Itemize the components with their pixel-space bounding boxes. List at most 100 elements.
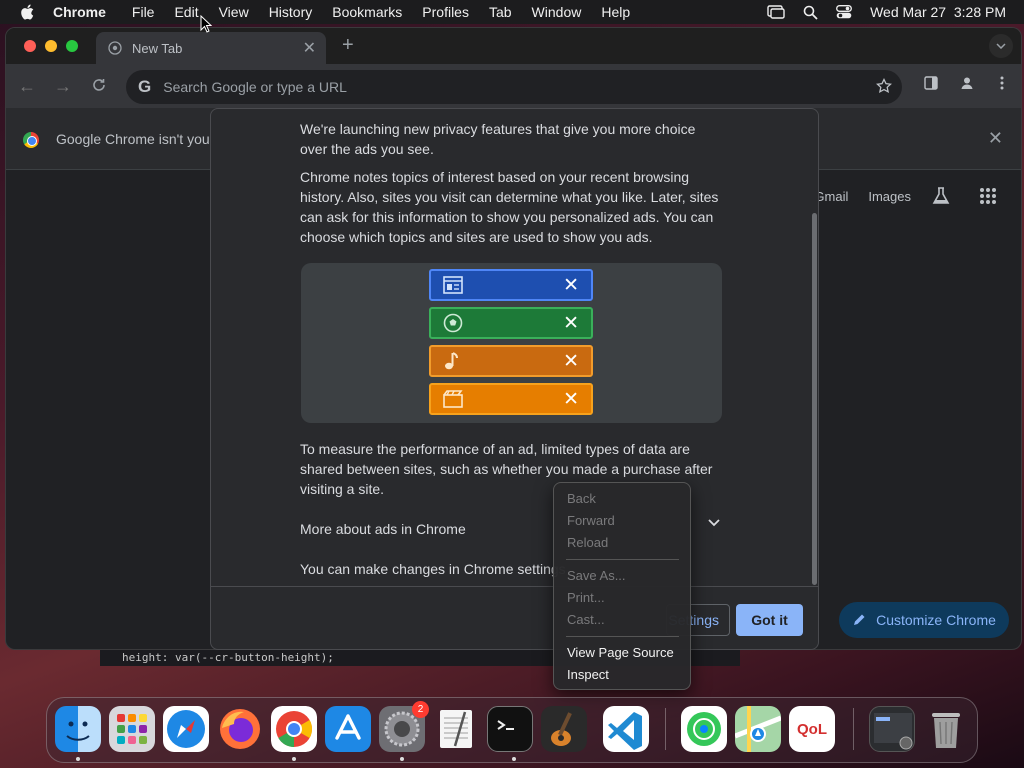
menu-item-view-page-source[interactable]: View Page Source [567, 644, 674, 662]
menu-view[interactable]: View [209, 0, 259, 24]
screen-mirroring-icon[interactable] [767, 5, 785, 19]
back-button[interactable]: ← [18, 76, 36, 97]
gmail-link[interactable]: Gmail [814, 189, 848, 204]
browser-toolbar: ← → G Search Google or type a URL [6, 64, 1021, 108]
menu-item-inspect[interactable]: Inspect [567, 666, 609, 684]
remove-topic-icon: ✕ [563, 312, 579, 334]
tab-new-tab[interactable]: New Tab ✕ [96, 32, 326, 64]
topic-row-movies: ✕ [429, 383, 593, 415]
find-my-icon[interactable] [681, 706, 727, 752]
new-tab-button[interactable]: + [342, 34, 354, 57]
menu-bookmarks[interactable]: Bookmarks [322, 0, 412, 24]
dock-separator [853, 708, 854, 750]
pencil-icon [854, 614, 865, 625]
remove-topic-icon: ✕ [563, 350, 579, 372]
apple-menu-icon[interactable] [17, 4, 37, 20]
menu-item-back[interactable]: Back [567, 490, 596, 508]
dialog-topics-text: Chrome notes topics of interest based on… [300, 169, 719, 245]
maps-icon[interactable] [735, 706, 781, 752]
remove-topic-icon: ✕ [563, 388, 579, 410]
chrome-icon[interactable] [271, 706, 317, 752]
forward-button[interactable]: → [54, 76, 72, 97]
clapperboard-icon [443, 390, 463, 408]
dialog-scrollbar-thumb[interactable] [812, 213, 817, 585]
launchpad-icon[interactable] [109, 706, 155, 752]
safari-icon[interactable] [163, 706, 209, 752]
firefox-icon[interactable] [217, 706, 263, 752]
images-link[interactable]: Images [868, 189, 911, 204]
labs-flask-icon[interactable] [931, 186, 951, 206]
bookmark-star-icon[interactable] [876, 78, 892, 94]
control-center-icon[interactable] [836, 5, 853, 19]
music-note-icon [445, 352, 458, 370]
customize-chrome-button[interactable]: Customize Chrome [839, 602, 1009, 638]
omnibox-placeholder: Search Google or type a URL [163, 79, 347, 95]
got-it-button[interactable]: Got it [736, 604, 803, 636]
macos-menu-bar: Chrome File Edit View History Bookmarks … [0, 0, 1024, 24]
menu-app-chrome[interactable]: Chrome [53, 0, 116, 24]
ad-privacy-dialog: We're launching new privacy features tha… [210, 108, 819, 650]
apps-grid-icon[interactable] [979, 187, 997, 205]
menu-history[interactable]: History [259, 0, 323, 24]
running-indicator [400, 757, 404, 761]
qol-app-icon[interactable]: QoL [789, 706, 835, 752]
topic-row-sports: ✕ [429, 307, 593, 339]
running-indicator [512, 757, 516, 761]
menu-profiles[interactable]: Profiles [412, 0, 479, 24]
customize-chrome-label: Customize Chrome [876, 612, 996, 628]
mouse-cursor-icon [200, 15, 212, 33]
menu-help[interactable]: Help [591, 0, 640, 24]
textedit-icon[interactable] [433, 706, 479, 752]
context-menu: Back Forward Reload Save As... Print... … [553, 482, 691, 690]
close-window-button[interactable] [24, 40, 36, 52]
menu-separator [566, 636, 679, 637]
zoom-window-button[interactable] [66, 40, 78, 52]
kebab-menu-icon[interactable] [1000, 76, 1004, 90]
tab-strip: New Tab ✕ + [6, 28, 1021, 64]
menu-item-print[interactable]: Print... [567, 589, 605, 607]
tab-search-button[interactable] [989, 34, 1013, 58]
chevron-down-icon [708, 519, 720, 527]
ad-topics-illustration: ✕ ✕ ✕ ✕ [301, 263, 722, 423]
spotlight-search-icon[interactable] [803, 5, 818, 20]
menu-file[interactable]: File [122, 0, 165, 24]
notification-badge: 2 [412, 701, 429, 718]
side-panel-icon[interactable] [924, 76, 938, 90]
minimize-window-button[interactable] [45, 40, 57, 52]
system-settings-icon[interactable]: 2 [379, 701, 429, 752]
menu-item-forward[interactable]: Forward [567, 512, 615, 530]
omnibox[interactable]: G Search Google or type a URL [126, 70, 902, 104]
topic-row-music: ✕ [429, 345, 593, 377]
profile-icon[interactable] [960, 76, 974, 90]
tab-favicon-icon [108, 41, 122, 55]
infobar-message: Google Chrome isn't you [56, 131, 210, 147]
reload-icon[interactable] [92, 78, 106, 92]
tab-title: New Tab [132, 40, 183, 56]
close-infobar-icon[interactable]: ✕ [988, 128, 1003, 149]
dialog-intro-text: We're launching new privacy features tha… [300, 121, 696, 157]
ntp-header-links: Gmail Images [814, 186, 997, 206]
menu-item-cast[interactable]: Cast... [567, 611, 605, 629]
close-tab-icon[interactable]: ✕ [303, 38, 316, 58]
google-g-icon: G [138, 77, 152, 96]
menu-tab[interactable]: Tab [479, 0, 522, 24]
menu-item-reload[interactable]: Reload [567, 534, 608, 552]
expander-label: More about ads in Chrome [300, 521, 466, 537]
menubar-clock[interactable]: Wed Mar 27 3:28 PM [870, 4, 1006, 20]
menu-separator [566, 559, 679, 560]
screenshot-thumbnail-icon[interactable] [869, 706, 915, 752]
terminal-icon[interactable] [487, 706, 533, 752]
qol-app-label: QoL [797, 720, 827, 738]
app-store-icon[interactable] [325, 706, 371, 752]
chrome-logo-icon [23, 132, 39, 148]
menu-item-save-as[interactable]: Save As... [567, 567, 626, 585]
remove-topic-icon: ✕ [563, 274, 579, 296]
trash-icon[interactable] [923, 706, 969, 752]
menu-window[interactable]: Window [522, 0, 592, 24]
finder-icon[interactable] [55, 706, 101, 752]
chevron-down-icon [996, 43, 1006, 49]
vscode-icon[interactable] [603, 706, 649, 752]
topic-row-news: ✕ [429, 269, 593, 301]
garageband-icon[interactable] [541, 706, 587, 752]
chrome-settings-note: You can make changes in Chrome settings [300, 561, 566, 577]
